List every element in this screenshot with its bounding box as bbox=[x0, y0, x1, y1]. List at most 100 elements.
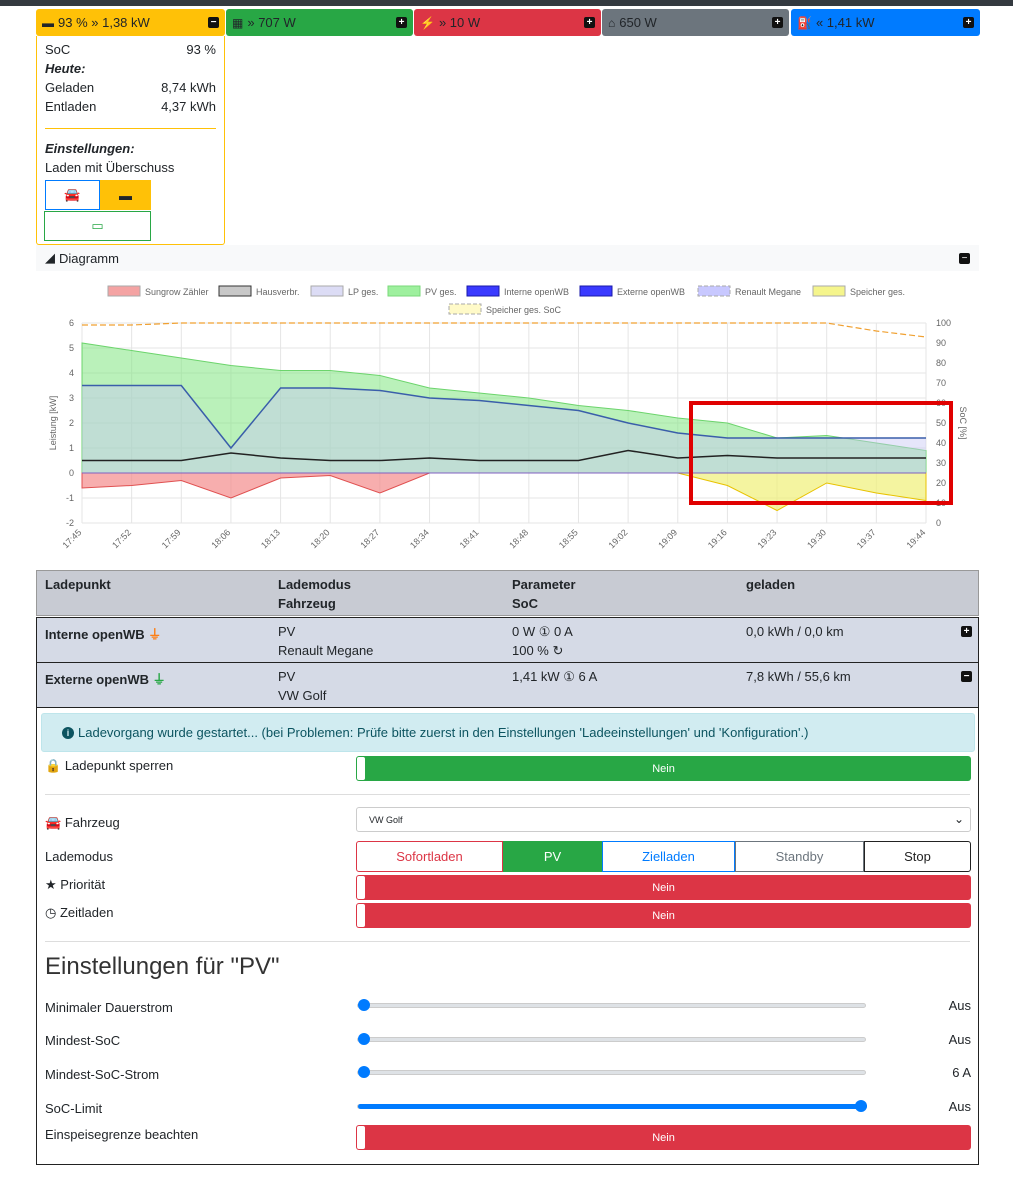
collapse-icon[interactable]: − bbox=[959, 252, 970, 264]
mode-sofortladen-button[interactable]: Sofortladen bbox=[356, 841, 503, 872]
battery-priority-button[interactable]: ▬ bbox=[100, 180, 151, 210]
battery-mode-button[interactable]: ▭ bbox=[44, 211, 151, 241]
legend-label: Speicher ges. bbox=[850, 287, 905, 297]
mode-stop-button[interactable]: Stop bbox=[864, 841, 971, 872]
y-tick-label: 1 bbox=[69, 443, 74, 453]
vehicle-select[interactable]: VW Golf ⌄ bbox=[356, 807, 971, 832]
y2-axis-label: SoC [%] bbox=[958, 406, 968, 439]
battery-tile[interactable]: ▬ 93 % » 1,38 kW − bbox=[36, 9, 225, 36]
lp-mode: PV bbox=[278, 624, 296, 639]
slider-value: Aus bbox=[948, 1032, 971, 1047]
soc-limit-slider[interactable] bbox=[357, 1100, 867, 1112]
chargepoints-tile[interactable]: ⛽ « 1,41 kW + bbox=[791, 9, 980, 36]
legend-swatch bbox=[218, 285, 252, 297]
car-priority-button[interactable]: 🚘 bbox=[45, 180, 100, 210]
slider-thumb[interactable] bbox=[358, 1066, 370, 1078]
y2-tick-label: 0 bbox=[936, 518, 941, 528]
slider-thumb[interactable] bbox=[358, 1033, 370, 1045]
mode-label: Lademodus bbox=[45, 849, 113, 864]
legend-label: Sungrow Zähler bbox=[145, 287, 209, 297]
legend-label: LP ges. bbox=[348, 287, 378, 297]
x-tick-label: 18:55 bbox=[557, 527, 580, 550]
y-axis-label: Leistung [kW] bbox=[48, 396, 58, 451]
legend-swatch bbox=[466, 285, 500, 297]
slider-thumb[interactable] bbox=[358, 999, 370, 1011]
slider-value: Aus bbox=[948, 1099, 971, 1114]
lock-label: Ladepunkt sperren bbox=[64, 758, 174, 773]
legend-label: Externe openWB bbox=[617, 287, 685, 297]
min-soc-slider[interactable] bbox=[357, 1033, 866, 1045]
battery-soc: 93 % bbox=[58, 15, 88, 30]
feedin-label: Einspeisegrenze beachten bbox=[45, 1127, 199, 1142]
x-tick-label: 17:59 bbox=[160, 527, 183, 550]
grid-tile[interactable]: ⚡ » 10 W + bbox=[414, 9, 601, 36]
feedin-toggle[interactable]: Nein bbox=[356, 1125, 971, 1150]
slider-value: Aus bbox=[948, 998, 971, 1013]
y2-tick-label: 100 bbox=[936, 318, 951, 328]
battery-power: 1,38 kW bbox=[102, 15, 150, 30]
chart-container: Sungrow Zähler Hausverbr. LP ges. PV ges. In… bbox=[36, 271, 979, 566]
pv-tile[interactable]: ▦ » 707 W + bbox=[226, 9, 413, 36]
refresh-icon[interactable]: ↻ bbox=[553, 643, 564, 658]
y-tick-label: -1 bbox=[66, 493, 74, 503]
timed-toggle[interactable]: Nein bbox=[356, 903, 971, 928]
table-row[interactable]: Externe openWB ⏚ PV VW Golf 1,41 kW ① 6 … bbox=[36, 662, 979, 708]
mode-standby-button[interactable]: Standby bbox=[735, 841, 864, 872]
lp-name: Interne openWB bbox=[45, 627, 145, 642]
min-current-slider[interactable] bbox=[357, 999, 866, 1011]
lp-soc: 100 % bbox=[512, 643, 549, 658]
x-tick-label: 18:34 bbox=[408, 527, 431, 550]
y2-tick-label: 20 bbox=[936, 478, 946, 488]
lock-icon: 🔒 bbox=[45, 758, 62, 773]
slider-thumb[interactable] bbox=[855, 1100, 867, 1112]
lp-vehicle: Renault Megane bbox=[278, 643, 374, 658]
charging-station-icon: ⛽ bbox=[797, 15, 812, 30]
table-row[interactable]: Interne openWB ⏚ PV Renault Megane 0 W ①… bbox=[36, 617, 979, 663]
car-icon: 🚘 bbox=[64, 187, 81, 202]
x-tick-label: 18:13 bbox=[259, 527, 282, 550]
mode-pv-button[interactable]: PV bbox=[503, 841, 602, 872]
y-tick-label: 4 bbox=[69, 368, 74, 378]
divider bbox=[45, 794, 970, 795]
x-tick-label: 18:20 bbox=[309, 527, 332, 550]
x-tick-label: 19:16 bbox=[706, 527, 729, 550]
car-icon: 🚘 bbox=[45, 815, 62, 830]
diagram-header[interactable]: ◢ Diagramm − bbox=[36, 245, 979, 271]
expand-icon[interactable]: + bbox=[772, 17, 783, 28]
house-power: 650 W bbox=[619, 15, 657, 30]
priority-toggle[interactable]: Nein bbox=[356, 875, 971, 900]
grid-power: 10 W bbox=[449, 15, 481, 30]
legend-swatch bbox=[812, 285, 846, 297]
x-tick-label: 18:48 bbox=[507, 527, 530, 550]
legend-label: Renault Megane bbox=[735, 287, 801, 297]
expand-icon[interactable]: + bbox=[961, 626, 972, 637]
legend-swatch bbox=[448, 303, 482, 315]
y2-tick-label: 70 bbox=[936, 378, 946, 388]
collapse-icon[interactable]: − bbox=[208, 17, 219, 28]
clock-icon: ◷ bbox=[45, 905, 57, 920]
mode-zielladen-button[interactable]: Zielladen bbox=[602, 841, 735, 872]
collapse-icon[interactable]: − bbox=[961, 671, 972, 682]
priority-label: Priorität bbox=[60, 877, 106, 892]
expand-icon[interactable]: + bbox=[584, 17, 595, 28]
expand-icon[interactable]: + bbox=[963, 17, 974, 28]
lock-toggle[interactable]: Nein bbox=[356, 756, 971, 781]
series-soc-line bbox=[82, 322, 927, 338]
min-soc-current-slider[interactable] bbox=[357, 1066, 866, 1078]
x-tick-label: 19:02 bbox=[607, 527, 630, 550]
soc-label: SoC bbox=[45, 42, 71, 57]
power-chart: Sungrow Zähler Hausverbr. LP ges. PV ges. In… bbox=[48, 285, 968, 550]
charged-value: 8,74 kWh bbox=[161, 80, 216, 95]
vehicle-value: VW Golf bbox=[369, 814, 403, 825]
timed-label: Zeitladen bbox=[59, 905, 114, 920]
legend-swatch bbox=[579, 285, 613, 297]
y2-tick-label: 40 bbox=[936, 438, 946, 448]
plug-icon: ⏚ bbox=[152, 672, 166, 687]
header-ladepunkt: Ladepunkt bbox=[45, 577, 111, 592]
lp-table-header: Ladepunkt Lademodus Fahrzeug Parameter S… bbox=[36, 570, 979, 616]
house-tile[interactable]: ⌂ 650 W + bbox=[602, 9, 789, 36]
legend-swatch bbox=[387, 285, 421, 297]
expand-icon[interactable]: + bbox=[396, 17, 407, 28]
x-tick-label: 18:06 bbox=[209, 527, 232, 550]
slider-value: 6 A bbox=[952, 1065, 971, 1080]
